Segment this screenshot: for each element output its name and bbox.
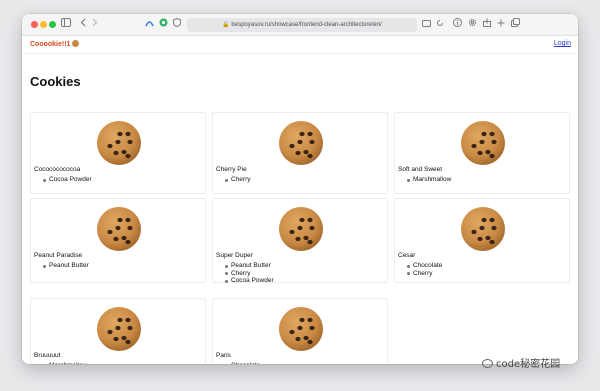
topping-list: Marshmallow [407, 176, 451, 184]
topping-list: MarshmallowPeanut Butter [43, 362, 89, 364]
sidebar-icon[interactable] [60, 18, 72, 32]
topping-item: Cocoa Powder [43, 176, 92, 184]
chevron-right-icon[interactable] [90, 18, 100, 32]
cookie-image [97, 121, 141, 165]
shield-icon[interactable] [172, 17, 182, 32]
gear-icon[interactable] [467, 18, 477, 32]
page-title: Cookies [30, 74, 81, 89]
site-header: Cooookie!!1 Login [22, 36, 578, 54]
cookie-image [97, 207, 141, 251]
brand-text: Cooookie!!1 [30, 41, 71, 48]
topping-item: Marshmallow [43, 362, 89, 364]
reader-icon[interactable] [421, 18, 431, 32]
topping-list: Cherry [225, 176, 251, 184]
reload-icon[interactable] [435, 18, 445, 32]
product-name: Peanut Paradise [34, 252, 83, 259]
product-name: Soft and Sweet [398, 166, 443, 173]
topping-item: Marshmallow [407, 176, 451, 184]
topping-item: Cherry [225, 176, 251, 184]
product-name: Super Duper [216, 252, 253, 259]
tabs-icon[interactable] [510, 18, 520, 32]
grammar-extension-icon[interactable] [158, 18, 168, 32]
cookie-image [461, 121, 505, 165]
extension-icon[interactable] [144, 18, 154, 32]
product-card[interactable]: Super Duper Peanut Butter Cherry Cocoa Powd… [212, 198, 388, 285]
browser-window: 🔒 bespoyasov.ru/showcase/frontend-clean-… [22, 14, 578, 364]
cookie-image [461, 207, 505, 251]
product-card[interactable]: Soft and Sweet Marshmallow [394, 112, 570, 194]
product-card[interactable]: Cocococococoa Cocoa Powder [30, 112, 206, 194]
brand-logo[interactable]: Cooookie!!1 [30, 40, 80, 48]
topping-list: Chocolate Cherry [407, 262, 442, 277]
info-icon[interactable] [452, 18, 462, 32]
cookie-image [279, 121, 323, 165]
close-window-button[interactable] [31, 21, 38, 28]
topping-item: Chocolate [407, 262, 442, 270]
topping-item: Cherry [407, 270, 442, 278]
share-icon[interactable] [482, 18, 492, 32]
zoom-window-button[interactable] [49, 21, 56, 28]
product-card[interactable]: Paris ChocolatePeanut Butter [212, 298, 388, 364]
cookie-image [279, 207, 323, 251]
wechat-icon [482, 359, 493, 368]
watermark-text: code秘密花园 [496, 359, 561, 370]
product-card[interactable]: Cesar Chocolate Cherry [394, 198, 570, 283]
product-card[interactable]: Cherry Pie Cherry [212, 112, 388, 194]
topping-list: Peanut Butter [43, 262, 89, 270]
topping-list: Cocoa Powder [43, 176, 92, 184]
watermark: code秘密花园 [482, 355, 560, 370]
topping-list: Peanut Butter Cherry Cocoa Powder [225, 262, 274, 285]
address-url: bespoyasov.ru/showcase/frontend-clean-ar… [231, 22, 382, 28]
topping-item: Peanut Butter [43, 262, 89, 270]
product-name: Cherry Pie [216, 166, 247, 173]
minimize-window-button[interactable] [40, 21, 47, 28]
cookie-icon [72, 40, 80, 47]
topping-item: Cocoa Powder [225, 277, 274, 285]
product-name: Cocococococoa [34, 166, 81, 173]
product-card[interactable]: Peanut Paradise Peanut Butter [30, 198, 206, 283]
topping-list: ChocolatePeanut Butter [225, 362, 271, 364]
address-bar[interactable]: 🔒 bespoyasov.ru/showcase/frontend-clean-… [187, 18, 417, 32]
web-page: Cooookie!!1 Login Cookies Cocococococoa C… [22, 36, 578, 364]
lock-icon: 🔒 [222, 22, 230, 28]
browser-toolbar: 🔒 bespoyasov.ru/showcase/frontend-clean-… [22, 14, 578, 36]
topping-item: Cherry [225, 270, 274, 278]
plus-icon[interactable] [496, 18, 506, 32]
product-name: Cesar [398, 252, 416, 259]
product-name: Paris [216, 352, 231, 359]
topping-item: Chocolate [225, 362, 271, 364]
product-name: Bruuuuut [34, 352, 61, 359]
cookie-image [97, 307, 141, 351]
cookie-image [279, 307, 323, 351]
product-card[interactable]: Bruuuuut MarshmallowPeanut Butter [30, 298, 206, 364]
chevron-left-icon[interactable] [78, 18, 88, 32]
topping-item: Peanut Butter [225, 262, 274, 270]
login-link[interactable]: Login [554, 40, 571, 47]
